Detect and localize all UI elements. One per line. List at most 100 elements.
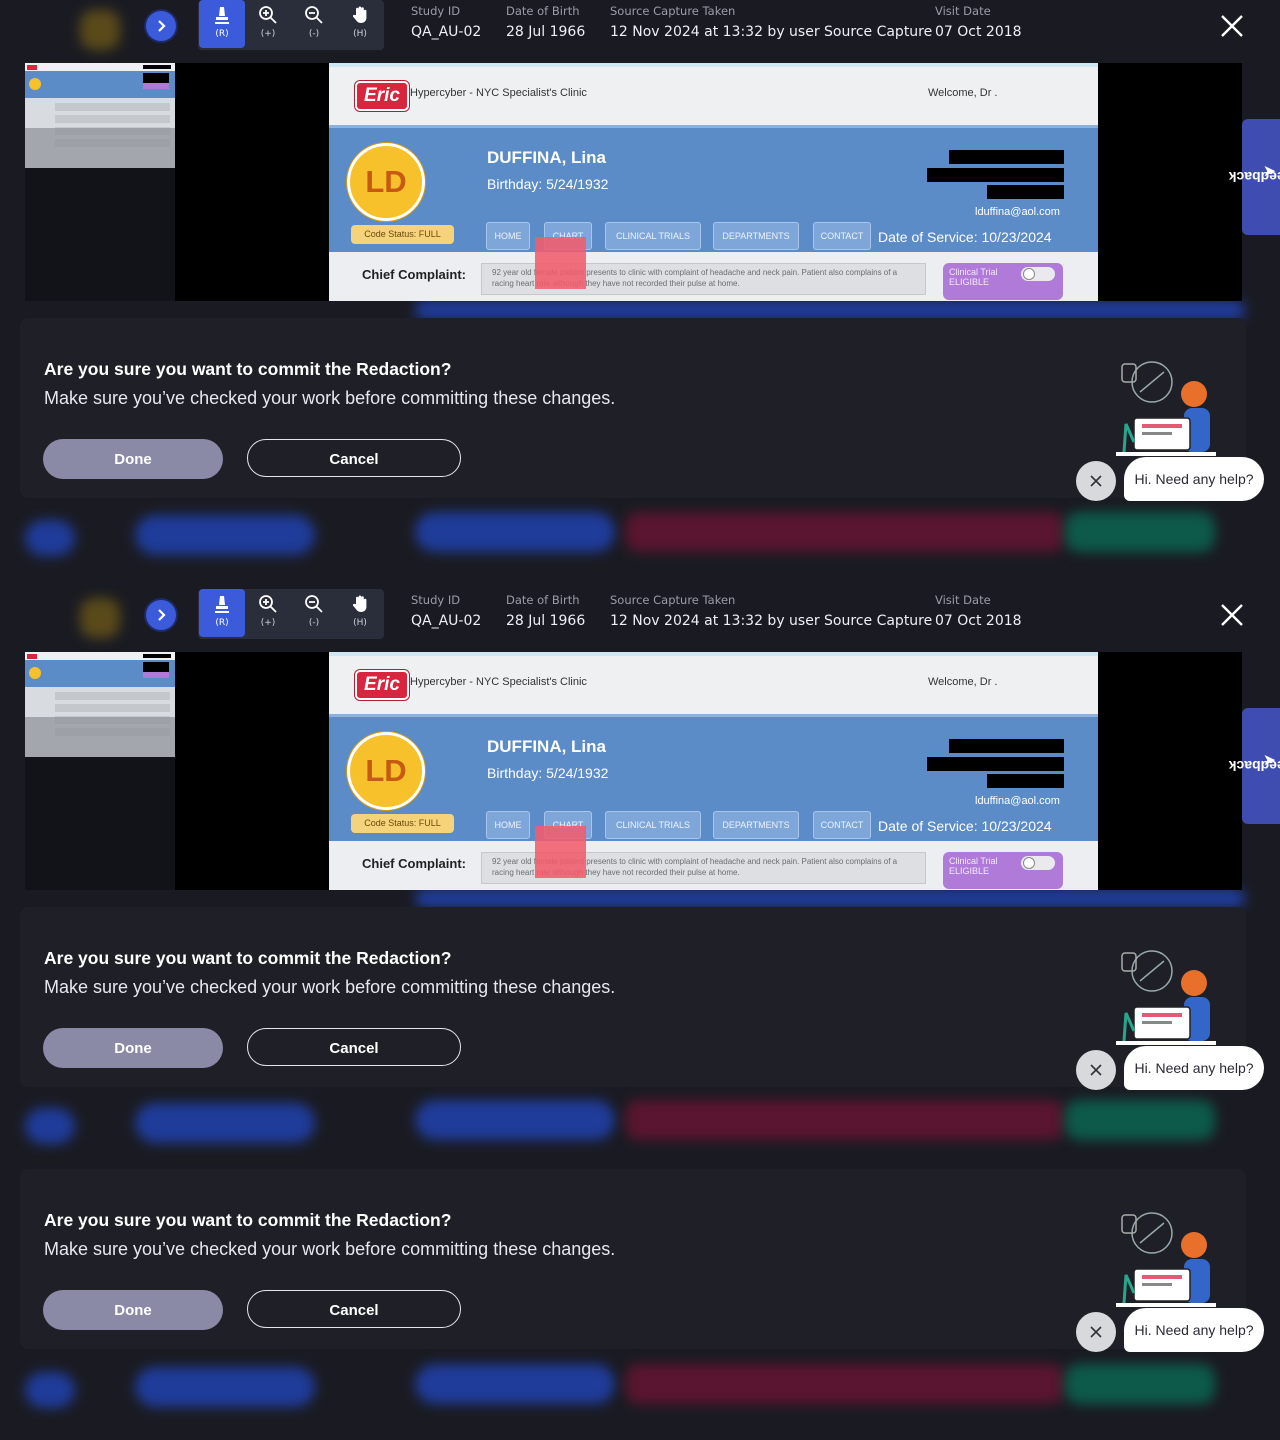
support-illustration [1116, 361, 1216, 456]
clinical-trial-badge: Clinical Trial ELIGIBLE [943, 263, 1063, 300]
study-id-value: QA_AU-02 [411, 24, 482, 40]
document-viewer[interactable]: Eric Hypercyber - NYC Specialist's Clini… [25, 63, 1242, 301]
zoom-out-label: (-) [308, 618, 320, 628]
eric-logo: Eric [355, 81, 409, 111]
patient-banner: LD DUFFINA, Lina Birthday: 5/24/1932 ldu… [329, 714, 1098, 841]
clinical-trial-text: Clinical Trial ELIGIBLE [949, 267, 998, 287]
redact-tool-button[interactable]: (R) [199, 0, 245, 48]
zoom-out-icon [305, 595, 323, 613]
cancel-button[interactable]: Cancel [247, 1028, 461, 1066]
clinical-trial-badge: Clinical Trial ELIGIBLE [943, 852, 1063, 889]
done-button[interactable]: Done [43, 439, 223, 479]
doc-tab-departments: DEPARTMENTS [713, 222, 799, 250]
zoom-in-icon [259, 595, 277, 613]
code-status-badge: Code Status: FULL [351, 814, 454, 833]
cancel-button[interactable]: Cancel [247, 439, 461, 477]
zoom-in-label: (+) [260, 618, 276, 628]
viewer-header: (R) (+) (-) (H) Study ID QA_AU-02 Date o… [0, 589, 1280, 641]
patient-avatar: LD [347, 143, 425, 221]
patient-banner: LD DUFFINA, Lina Birthday: 5/24/1932 ldu… [329, 125, 1098, 252]
zoom-in-button[interactable]: (+) [245, 589, 291, 637]
feedback-tab[interactable]: ➤ Feedback [1229, 708, 1280, 824]
page-thumbnail[interactable] [25, 652, 175, 757]
patient-birthday: Birthday: 5/24/1932 [487, 176, 609, 192]
dialog-subtitle: Make sure you’ve checked your work befor… [44, 977, 616, 997]
help-bubble[interactable]: Hi. Need any help? [1124, 457, 1264, 501]
welcome-text: Welcome, Dr . [928, 676, 998, 688]
hand-icon [352, 595, 367, 612]
doc-tab-contact: CONTACT [813, 811, 871, 839]
zoom-out-button[interactable]: (-) [291, 589, 337, 637]
redact-tool-button[interactable]: (R) [199, 589, 245, 637]
help-bubble[interactable]: Hi. Need any help? [1124, 1046, 1264, 1090]
redaction-box [927, 757, 1064, 771]
annotation-toolbar: (R) (+) (-) (H) [198, 589, 384, 639]
zoom-out-icon [305, 6, 323, 24]
zoom-in-button[interactable]: (+) [245, 0, 291, 48]
thumbnail-preview [25, 63, 175, 168]
doc-tab-home: HOME [486, 811, 530, 839]
pan-button[interactable]: (H) [337, 0, 383, 48]
capture-label: Source Capture Taken [610, 4, 736, 18]
help-close-button[interactable] [1076, 1050, 1116, 1090]
help-bubble[interactable]: Hi. Need any help? [1124, 1308, 1264, 1352]
help-close-button[interactable] [1076, 1312, 1116, 1352]
done-button[interactable]: Done [43, 1028, 223, 1068]
help-close-button[interactable] [1076, 461, 1116, 501]
feedback-tab[interactable]: ➤ Feedback [1229, 119, 1280, 235]
expand-button[interactable] [146, 600, 176, 630]
document-viewer[interactable]: Eric Hypercyber - NYC Specialist's Clini… [25, 652, 1242, 890]
visit-date-value: 07 Oct 2018 [935, 613, 1022, 629]
dialog-title: Are you sure you want to commit the Reda… [44, 359, 452, 379]
clinical-trial-toggle [1021, 856, 1055, 870]
redaction-box [927, 168, 1064, 182]
dialog-title: Are you sure you want to commit the Reda… [44, 948, 452, 968]
feedback-text: Feedback [1228, 169, 1280, 185]
dob-field: Date of Birth 28 Jul 1966 [506, 593, 585, 629]
done-button[interactable]: Done [43, 1290, 223, 1330]
expand-button[interactable] [146, 11, 176, 41]
clinic-name: Hypercyber - NYC Specialist's Clinic [410, 676, 587, 688]
zoom-out-button[interactable]: (-) [291, 0, 337, 48]
close-icon[interactable] [1218, 601, 1246, 629]
capture-value: 12 Nov 2024 at 13:32 by user Source Capt… [610, 24, 933, 40]
thumbnail-preview [25, 652, 175, 757]
pan-label: (H) [353, 29, 367, 39]
close-icon [1090, 475, 1102, 487]
doc-tab-contact: CONTACT [813, 222, 871, 250]
visit-date-label: Visit Date [935, 593, 991, 607]
redact-tool-label: (R) [215, 618, 229, 628]
dob-value: 28 Jul 1966 [506, 24, 586, 40]
hand-icon [352, 6, 367, 24]
annotation-toolbar: (R) (+) (-) (H) [198, 0, 384, 50]
page-thumbnail[interactable] [25, 63, 175, 168]
commit-redaction-dialog: Are you sure you want to commit the Reda… [20, 1169, 1246, 1349]
redaction-mark[interactable] [535, 826, 586, 878]
document-header: Eric Hypercyber - NYC Specialist's Clini… [329, 63, 1098, 127]
dob-label: Date of Birth [506, 4, 580, 18]
patient-email: lduffina@aol.com [975, 795, 1060, 807]
document-header: Eric Hypercyber - NYC Specialist's Clini… [329, 652, 1098, 716]
redaction-mark[interactable] [535, 237, 586, 289]
redact-tool-icon [215, 596, 229, 613]
pan-label: (H) [353, 618, 367, 628]
viewer-header: (R) (+) (-) (H) Study ID QA_AU-02 Date o… [0, 0, 1280, 52]
dialog-subtitle: Make sure you’ve checked your work befor… [44, 388, 616, 408]
doc-tab-clinical-trials: CLINICAL TRIALS [605, 222, 701, 250]
cancel-button[interactable]: Cancel [247, 1290, 461, 1328]
visit-date-label: Visit Date [935, 4, 991, 18]
pan-button[interactable]: (H) [337, 589, 383, 637]
clinical-trial-text: Clinical Trial ELIGIBLE [949, 856, 998, 876]
doc-tab-home: HOME [486, 222, 530, 250]
redaction-box [987, 185, 1064, 199]
feedback-text: Feedback [1228, 758, 1280, 774]
study-id-label: Study ID [411, 4, 461, 18]
study-id-field: Study ID QA_AU-02 [411, 593, 481, 629]
document-page: Eric Hypercyber - NYC Specialist's Clini… [329, 63, 1098, 301]
chevron-right-icon [158, 20, 166, 32]
close-icon[interactable] [1218, 12, 1246, 40]
eric-logo: Eric [355, 670, 409, 700]
capture-field: Source Capture Taken 12 Nov 2024 at 13:3… [610, 593, 932, 629]
redact-tool-label: (R) [215, 29, 229, 39]
dialog-subtitle: Make sure you’ve checked your work befor… [44, 1239, 616, 1259]
